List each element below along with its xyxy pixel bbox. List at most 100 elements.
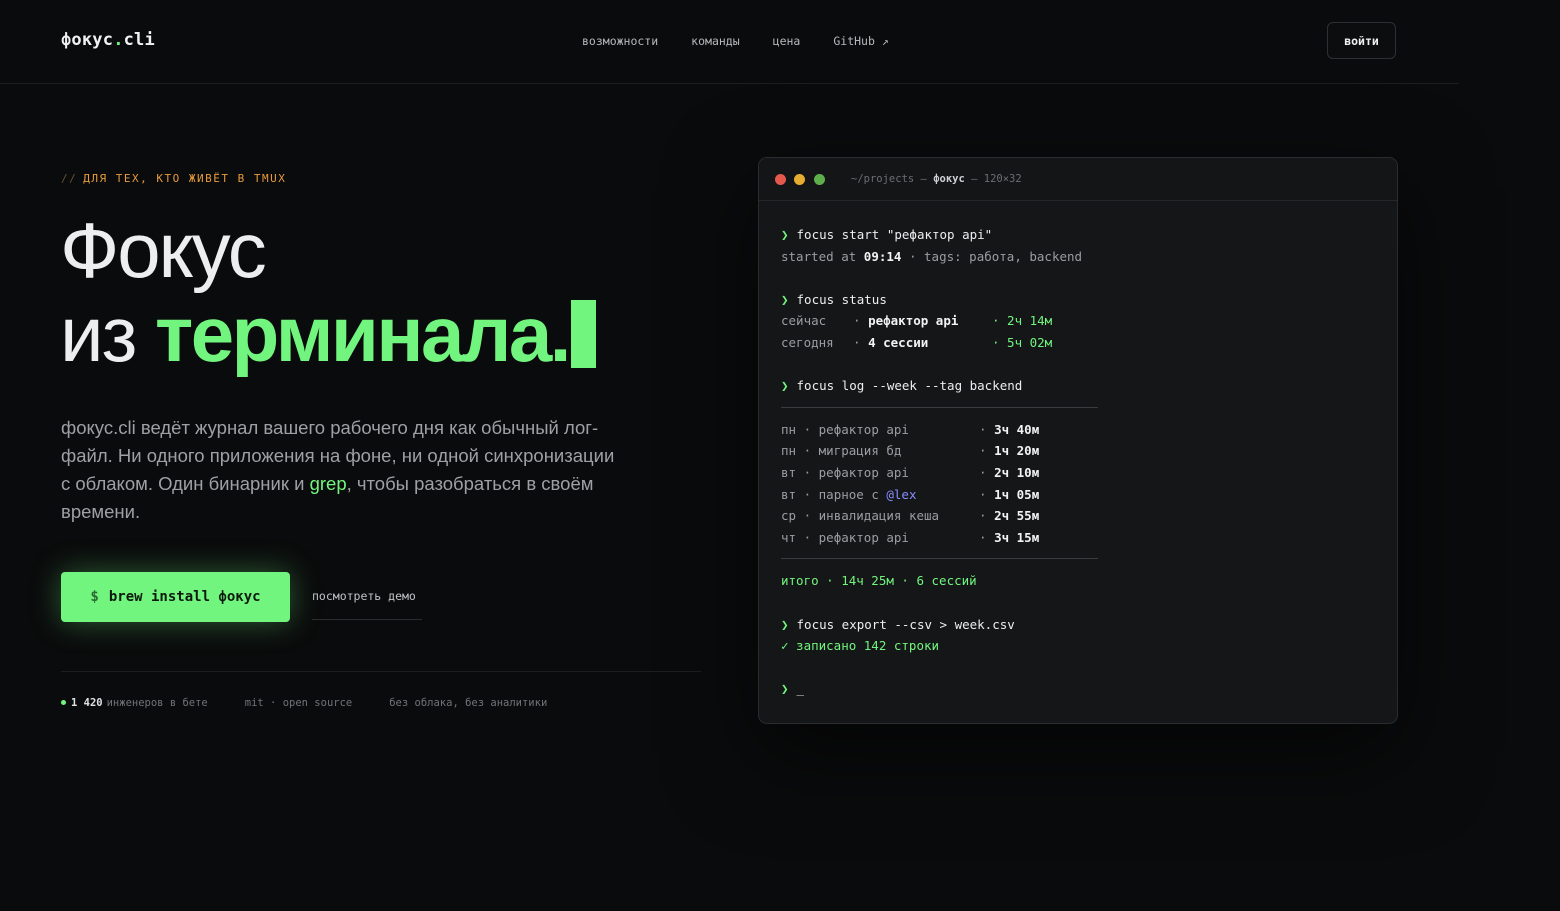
log-day: пн <box>781 443 797 459</box>
close-dot-icon[interactable] <box>775 174 786 185</box>
log-task-text: рефактор api <box>818 421 909 437</box>
minimize-dot-icon[interactable] <box>794 174 805 185</box>
terminal-line: started at 09:14 · tags: работа, backend <box>781 246 1375 268</box>
command-text: focus status <box>796 291 887 307</box>
log-time: · 1ч 20м <box>979 443 1040 459</box>
terminal-body: ❯ focus start "рефактор api" started at 0… <box>781 224 1375 700</box>
log-day: пн <box>781 421 797 437</box>
nav-item-github[interactable]: GitHub ↗ <box>833 34 888 48</box>
log-row: вт · рефактор api · 2ч 10м <box>781 462 1375 484</box>
command-text: focus start "рефактор api" <box>796 227 993 242</box>
output-text: · tags: работа, backend <box>901 248 1083 264</box>
nav-item-commands[interactable]: команды <box>691 34 739 48</box>
log-row: ср · инвалидация кеша · 2ч 55м <box>781 505 1375 527</box>
nav-item-pricing[interactable]: цена <box>773 34 801 48</box>
terminal-title-path: ~/projects — <box>851 173 934 185</box>
status-key: сегодня <box>781 334 834 350</box>
site-header: фокус.cli возможности команды цена GitHu… <box>0 0 1459 84</box>
log-task: чт · рефактор api <box>781 529 909 545</box>
output-time: 09:14 <box>863 248 902 264</box>
hero-eyebrow: // ДЛЯ ТЕХ, КТО ЖИВЁТ В TMUX <box>61 172 286 185</box>
prompt-icon: ❯ <box>781 616 789 632</box>
log-task-text: инвалидация кеша <box>818 508 940 524</box>
hero-title-accent: терминала. <box>155 290 571 378</box>
log-time-text: 2ч 55м <box>994 508 1040 524</box>
hero-title-line1: Фокус <box>60 206 267 294</box>
terminal-title: ~/projects — фокус — 120×32 <box>851 173 1022 185</box>
log-task: вт · рефактор api <box>781 464 909 480</box>
log-time-text: 3ч 40м <box>994 421 1040 437</box>
output-text: started at <box>781 248 864 264</box>
nav-item-features[interactable]: возможности <box>582 34 658 48</box>
login-button[interactable]: войти <box>1327 22 1396 59</box>
live-dot-icon <box>61 700 66 705</box>
log-row: чт · рефактор api · 3ч 15м <box>781 527 1375 549</box>
log-task: пн · рефактор api <box>781 421 909 437</box>
prompt-icon: ❯ <box>781 291 789 307</box>
logo-dot: . <box>113 30 124 50</box>
stat-users: 1 420 инженеров в бете <box>61 697 208 709</box>
command-text: focus log --week --tag backend <box>796 378 1023 394</box>
log-task-text: миграция бд <box>818 443 902 459</box>
terminal-input-line[interactable]: ❯ _ <box>781 678 1375 700</box>
status-value: · 4 сессии <box>853 334 929 350</box>
log-day: вт <box>781 486 797 502</box>
status-time: · 5ч 02м <box>992 334 1053 350</box>
hero-title: Фокус из терминала. <box>60 208 596 376</box>
log-rule <box>781 406 1098 408</box>
install-button-label: brew install фокус <box>108 589 261 605</box>
status-row: сегодня · 4 сессии · 5ч 02м <box>781 332 1375 354</box>
landing-page: фокус.cli возможности команды цена GitHu… <box>0 0 1560 911</box>
terminal-line: ❯ focus status <box>781 289 1375 311</box>
log-day: чт <box>781 529 797 545</box>
log-time: · 3ч 15м <box>979 529 1040 545</box>
terminal-line: ❯ focus log --week --tag backend <box>781 375 1375 397</box>
prompt-icon: ❯ <box>781 378 789 394</box>
log-task-text: рефактор api <box>818 464 909 480</box>
log-time-text: 2ч 10м <box>994 464 1040 480</box>
log-time: · 2ч 10м <box>979 464 1040 480</box>
hero-title-plain: из <box>60 290 156 378</box>
hero-stats: 1 420 инженеров в бете mit · open source … <box>61 697 547 709</box>
stat-users-count: 1 420 <box>71 697 103 709</box>
status-value-text: 4 сессии <box>868 334 929 350</box>
prompt-icon: ❯ <box>781 227 789 242</box>
main-nav: возможности команды цена GitHub ↗ <box>582 34 889 48</box>
blinking-cursor <box>570 300 596 368</box>
log-total: итого · 14ч 25м · 6 сессий <box>781 573 977 589</box>
stat-users-label: инженеров в бете <box>106 697 208 709</box>
log-day: ср <box>781 508 797 524</box>
hero-lead: фокус.cli ведёт журнал вашего рабочего д… <box>61 414 621 526</box>
prompt-icon: ❯ <box>781 681 789 697</box>
logo-main: фокус <box>61 30 114 50</box>
install-button[interactable]: $ brew install фокус <box>61 572 290 622</box>
log-time: · 2ч 55м <box>979 508 1040 524</box>
terminal-line: ❯ focus export --csv > week.csv <box>781 614 1375 636</box>
stat-license: mit · open source <box>244 697 353 709</box>
log-task: вт · парное с @lex <box>781 486 917 502</box>
command-text: focus export --csv > week.csv <box>796 616 1015 632</box>
log-task: пн · миграция бд <box>781 443 902 459</box>
stat-privacy: без облака, без аналитики <box>389 697 548 709</box>
maximize-dot-icon[interactable] <box>814 174 825 185</box>
log-task-text: парное с <box>818 486 887 502</box>
logo-ext: cli <box>123 30 155 50</box>
log-time-text: 1ч 20м <box>994 443 1040 459</box>
status-value-text: рефактор api <box>868 313 959 329</box>
log-task: ср · инвалидация кеша <box>781 508 940 524</box>
status-row: сейчас · рефактор api · 2ч 14м <box>781 310 1375 332</box>
log-mention[interactable]: @lex <box>886 487 916 502</box>
eyebrow-text: ДЛЯ ТЕХ, КТО ЖИВЁТ В TMUX <box>83 172 287 185</box>
status-time: · 2ч 14м <box>992 313 1053 329</box>
logo[interactable]: фокус.cli <box>61 30 155 50</box>
dollar-icon: $ <box>90 589 99 605</box>
terminal-line: ❯ focus start "рефактор api" <box>781 224 1375 246</box>
terminal-title-name: фокус <box>933 173 965 185</box>
terminal-titlebar: ~/projects — фокус — 120×32 <box>759 158 1397 201</box>
log-time: · 1ч 05м <box>979 486 1040 502</box>
terminal-title-size: — 120×32 <box>964 173 1022 185</box>
log-rule <box>781 558 1098 560</box>
export-result: ✓ записано 142 строки <box>781 638 940 654</box>
eyebrow-slashes: // <box>61 172 78 185</box>
demo-link[interactable]: посмотреть демо <box>312 589 422 620</box>
